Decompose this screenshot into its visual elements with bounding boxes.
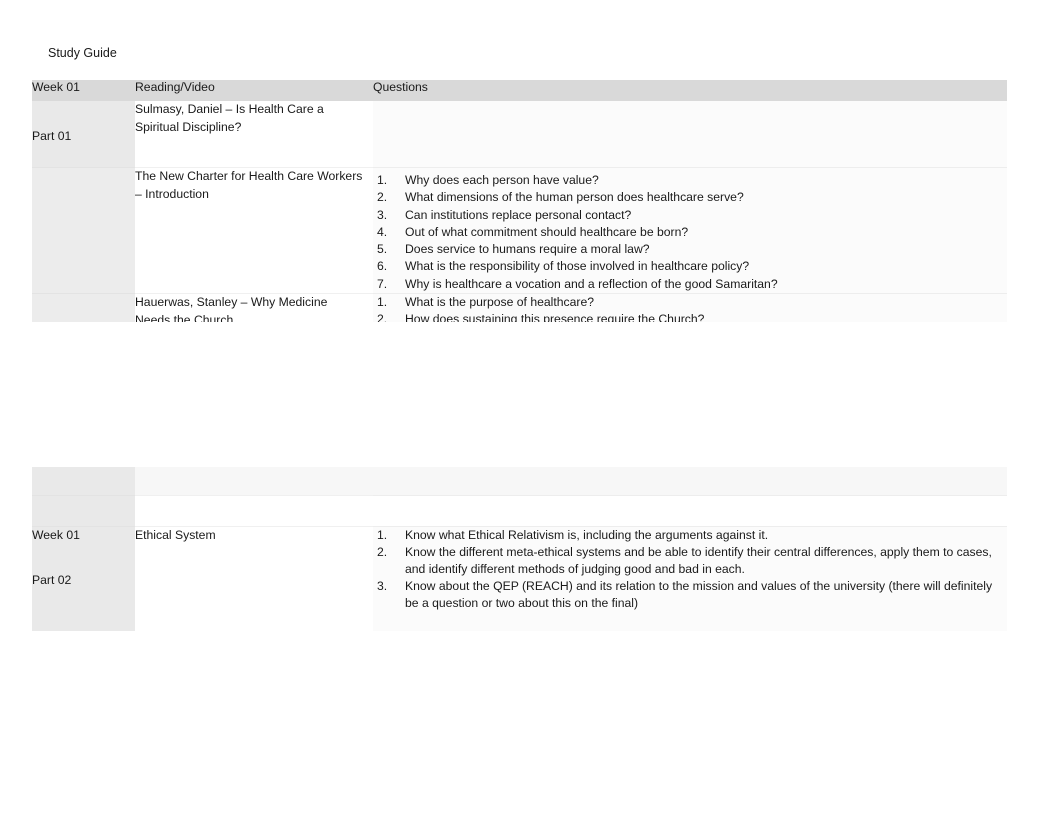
list-number: 3. (377, 207, 388, 222)
cell-questions: 1. What is the purpose of healthcare? 2. H… (373, 294, 1007, 322)
column-header-week: Week 01 (32, 80, 135, 101)
cell-questions: 1. Why does each person have value? 2. Wha… (373, 168, 1007, 294)
question-list: 1. What is the purpose of healthcare? 2. H… (373, 294, 1007, 322)
list-item: 2. Know the different meta-ethical system… (373, 544, 1007, 578)
cell-part-label (32, 467, 135, 495)
column-header-reading: Reading/Video (135, 80, 373, 101)
part-label: Part 01 (32, 129, 72, 143)
list-number: 1. (377, 173, 388, 187)
cell-part-label (32, 496, 135, 526)
list-number: 2. (377, 312, 388, 322)
list-text: Can institutions replace personal contac… (405, 207, 632, 222)
list-item: 3. Can institutions replace personal cont… (373, 207, 1007, 224)
study-guide-table-week01-part02: Week 01 Part 02 Ethical System 1. Know wh… (32, 467, 1007, 631)
list-text: Out of what commitment should healthcare… (405, 224, 689, 239)
list-number: 3. (377, 579, 388, 594)
table-row: Week 01 Part 02 Ethical System 1. Know wh… (32, 527, 1007, 617)
list-item: 1. Know what Ethical Relativism is, inclu… (373, 527, 1007, 544)
cell-reading: The New Charter for Health Care Workers … (135, 168, 373, 294)
reading-title-line: Needs the Church (135, 312, 234, 322)
list-item: 4.How does this relate to patients and d… (373, 101, 1007, 102)
list-text: Does service to humans require a moral l… (405, 242, 650, 257)
list-number: 5. (377, 242, 388, 257)
column-header-questions: Questions (373, 80, 1007, 101)
cell-reading: Hauerwas, Stanley – Why Medicine Needs t… (135, 294, 373, 322)
list-number: 1. (377, 295, 388, 310)
list-item: 4. Out of what commitment should healthca… (373, 224, 1007, 241)
question-list: 1. Know what Ethical Relativism is, inclu… (373, 527, 1007, 612)
list-number: 2. (377, 190, 388, 205)
table-1-viewport: Week 01 Reading/Video Questions Part 01 … (0, 0, 1062, 322)
list-text: Know what Ethical Relativism is, includi… (405, 528, 769, 542)
list-text: Why is healthcare a vocation and a refle… (405, 276, 778, 291)
question-list: 3.How is illness a spiritual event? How … (373, 101, 1007, 102)
list-number: 1. (377, 528, 388, 542)
list-item: 5. Does service to humans require a moral… (373, 241, 1007, 258)
part-label: Part 02 (32, 572, 72, 587)
reading-title-line: Sulmasy, Daniel – Is Health Care a (135, 102, 324, 116)
document-page: Study Guide Week 01 Reading/Video Questi… (0, 0, 1062, 822)
table-row-blank (32, 467, 1007, 495)
list-number: 2. (377, 545, 388, 560)
cell-questions: 3.How is illness a spiritual event? How … (373, 101, 1007, 167)
table-row-spacer (32, 617, 1007, 631)
cell-reading (135, 496, 373, 526)
list-item: 3. Know about the QEP (REACH) and its rel… (373, 578, 1007, 612)
cell-questions (373, 496, 1007, 526)
list-text: What dimensions of the human person does… (405, 190, 744, 205)
list-text: Know the different meta-ethical systems … (405, 545, 992, 577)
list-text: What is the responsibility of those invo… (405, 259, 750, 274)
question-list: 1. Why does each person have value? 2. Wha… (373, 172, 1007, 293)
cell-part-label: Part 01 (32, 101, 135, 167)
cell-part-label (32, 294, 135, 322)
list-number: 4. (377, 224, 388, 239)
list-item: 1. What is the purpose of healthcare? (373, 294, 1007, 311)
list-text: Know about the QEP (REACH) and its relat… (405, 579, 993, 611)
cell-part-label (32, 168, 135, 294)
cell-reading: Ethical System (135, 527, 373, 617)
list-item: 7. Why is healthcare a vocation and a ref… (373, 276, 1007, 293)
list-text: What is the purpose of healthcare? (405, 295, 595, 310)
reading-title-line: The New Charter for Health Care Workers (135, 169, 363, 183)
cell-questions: 1. Know what Ethical Relativism is, inclu… (373, 527, 1007, 617)
list-text: Why does each person have value? (405, 173, 599, 187)
list-text: How does sustaining this presence requir… (405, 312, 705, 322)
list-item: 2. What dimensions of the human person do… (373, 189, 1007, 206)
list-item: 1. Why does each person have value? (373, 172, 1007, 189)
questions-clipped-region: 3.How is illness a spiritual event? How … (373, 101, 1007, 153)
table-row: The New Charter for Health Care Workers … (32, 168, 1007, 294)
list-item: 2. How does sustaining this presence requ… (373, 311, 1007, 322)
table-row: Hauerwas, Stanley – Why Medicine Needs t… (32, 294, 1007, 322)
list-number: 6. (377, 259, 388, 274)
reading-title-line: Ethical System (135, 528, 216, 542)
list-item: 6. What is the responsibility of those in… (373, 258, 1007, 275)
reading-title-line: Spiritual Discipline? (135, 119, 242, 134)
list-number: 7. (377, 276, 388, 291)
reading-title-line: Hauerwas, Stanley – Why Medicine (135, 295, 328, 310)
cell-part-label: Week 01 Part 02 (32, 527, 135, 617)
table-row: Part 01 Sulmasy, Daniel – Is Health Care… (32, 101, 1007, 167)
table-row-blank (32, 496, 1007, 526)
study-guide-table-week01-part01: Week 01 Reading/Video Questions Part 01 … (32, 80, 1007, 322)
cell-reading (135, 467, 373, 495)
cell-reading: Sulmasy, Daniel – Is Health Care a Spiri… (135, 101, 373, 167)
reading-title-line: – Introduction (135, 186, 209, 201)
cell-questions (373, 467, 1007, 495)
week-label: Week 01 (32, 528, 80, 542)
table-header-row: Week 01 Reading/Video Questions (32, 80, 1007, 101)
